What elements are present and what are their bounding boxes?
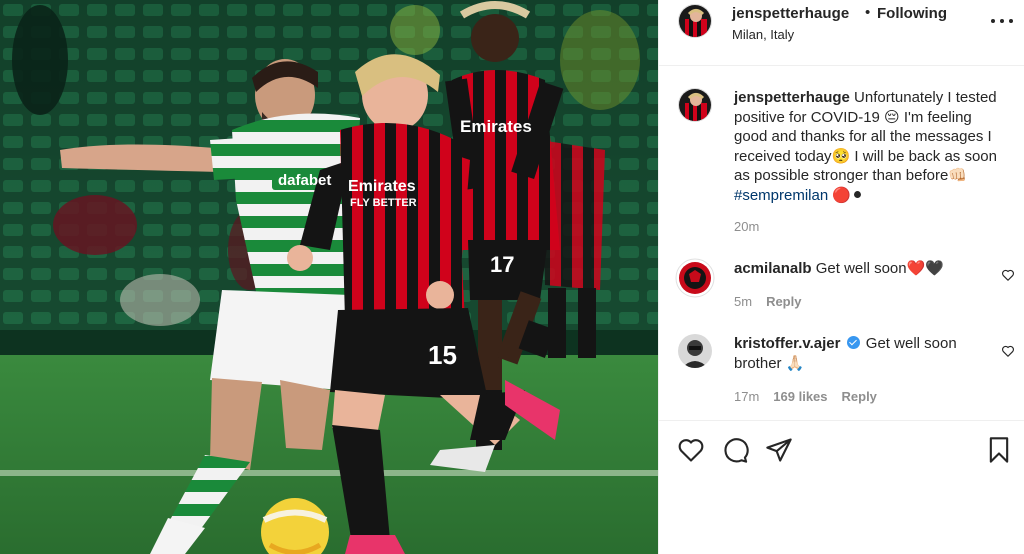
caption-username[interactable]: jenspetterhauge xyxy=(734,89,850,106)
comment-meta: 17m 169 likes Reply xyxy=(734,389,877,404)
comment-avatar-acmilanalb[interactable] xyxy=(675,258,715,298)
comment-text: acmilanalb Get well soon❤️🖤 xyxy=(734,259,1006,279)
author-username[interactable]: jenspetterhauge xyxy=(732,5,849,22)
location-link[interactable]: Milan, Italy xyxy=(732,27,794,42)
sponsor-subtext-front-player: FLY BETTER xyxy=(350,197,417,209)
post-action-bar xyxy=(659,420,1024,554)
caption-avatar[interactable] xyxy=(678,88,712,122)
comment-body: Get well soon❤️🖤 xyxy=(815,260,944,277)
match-photo-illustration: Emirates 17 Emirates FLY BETTER dafabet … xyxy=(0,0,658,554)
comment-avatar-kristoffer[interactable] xyxy=(678,334,712,368)
comment-like-heart-icon[interactable] xyxy=(1001,268,1015,282)
following-button[interactable]: Following xyxy=(877,5,947,22)
shirt-number-15: 15 xyxy=(428,340,457,370)
comment-username[interactable]: acmilanalb xyxy=(734,260,812,277)
comment-time[interactable]: 17m xyxy=(734,389,759,404)
comment-meta: 5m Reply xyxy=(734,294,801,309)
caption-text: jenspetterhauge Unfortunately I tested p… xyxy=(734,88,1006,205)
acmilanalb-avatar-image xyxy=(675,258,715,298)
comment-icon[interactable] xyxy=(721,436,749,464)
post-header: jenspetterhauge • Following Milan, Italy xyxy=(659,0,1024,66)
post-photo[interactable]: Emirates 17 Emirates FLY BETTER dafabet … xyxy=(0,0,658,554)
hashtag-link[interactable]: #sempremilan xyxy=(734,187,828,204)
post-side-panel: jenspetterhauge • Following Milan, Italy xyxy=(658,0,1024,554)
author-avatar-image xyxy=(679,5,711,37)
caption-avatar-image xyxy=(679,89,711,121)
comment-text: kristoffer.v.ajer Get well soon brother … xyxy=(734,334,1006,373)
heart-icon[interactable] xyxy=(677,436,705,464)
sponsor-text-front-player: Emirates xyxy=(348,178,416,195)
instagram-post: Emirates 17 Emirates FLY BETTER dafabet … xyxy=(0,0,1024,554)
comment-time[interactable]: 5m xyxy=(734,294,752,309)
comment-like-heart-icon[interactable] xyxy=(1001,344,1015,358)
comment-likes[interactable]: 169 likes xyxy=(773,389,827,404)
sponsor-text-back-player: Emirates xyxy=(460,117,532,136)
caption-body-end: 🔴⚫ xyxy=(828,186,864,204)
shirt-number-17: 17 xyxy=(490,252,514,277)
follow-separator: • xyxy=(865,4,871,21)
reply-button[interactable]: Reply xyxy=(766,294,801,309)
caption-meta: 20m xyxy=(734,219,759,234)
more-options-icon[interactable] xyxy=(991,11,1013,31)
reply-button[interactable]: Reply xyxy=(842,389,877,404)
author-avatar[interactable] xyxy=(678,4,712,38)
verified-badge-icon xyxy=(846,336,860,349)
comment-username[interactable]: kristoffer.v.ajer xyxy=(734,335,840,352)
share-icon[interactable] xyxy=(765,436,793,464)
celtic-sponsor-text: dafabet xyxy=(278,172,331,189)
caption-time[interactable]: 20m xyxy=(734,219,759,234)
kristoffer-avatar-image xyxy=(678,334,712,368)
bookmark-icon[interactable] xyxy=(985,436,1013,464)
